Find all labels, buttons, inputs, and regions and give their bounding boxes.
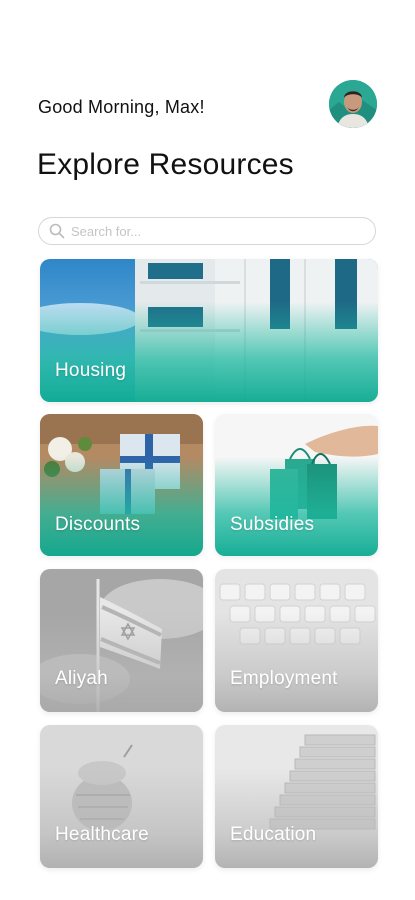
category-label: Discounts bbox=[55, 514, 141, 535]
category-card-healthcare[interactable]: Healthcare bbox=[40, 725, 203, 868]
category-card-education[interactable]: Education bbox=[215, 725, 378, 868]
category-card-aliyah[interactable]: Aliyah bbox=[40, 569, 203, 712]
category-label: Healthcare bbox=[55, 824, 149, 845]
page-title: Explore Resources bbox=[37, 148, 294, 181]
category-card-employment[interactable]: Employment bbox=[215, 569, 378, 712]
category-label: Employment bbox=[230, 668, 338, 689]
category-label: Education bbox=[230, 824, 317, 845]
search-input[interactable] bbox=[71, 223, 351, 239]
category-label: Subsidies bbox=[230, 514, 315, 535]
category-card-housing[interactable]: Housing bbox=[40, 259, 378, 402]
search-bar[interactable] bbox=[38, 217, 376, 245]
category-label: Housing bbox=[55, 360, 127, 381]
category-card-subsidies[interactable]: Subsidies bbox=[215, 414, 378, 556]
greeting-text: Good Morning, Max! bbox=[38, 97, 205, 117]
category-card-discounts[interactable]: Discounts bbox=[40, 414, 203, 556]
search-icon bbox=[49, 223, 65, 239]
category-label: Aliyah bbox=[55, 668, 108, 689]
profile-avatar[interactable] bbox=[329, 80, 377, 128]
user-avatar-icon bbox=[329, 80, 377, 128]
